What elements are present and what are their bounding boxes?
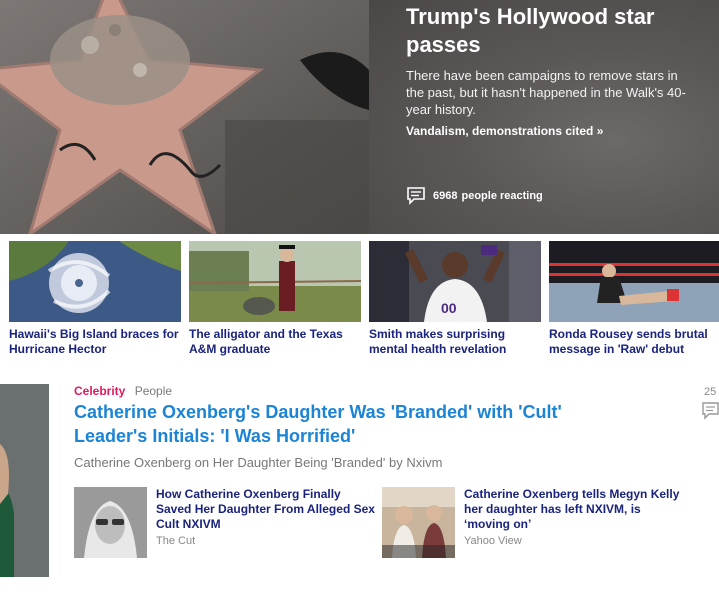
- source-tag[interactable]: People: [135, 384, 172, 398]
- thumbnail-caption[interactable]: The alligator and the Texas A&M graduate: [189, 327, 361, 357]
- thumbnail-item[interactable]: 00 Smith makes surprising mental health …: [369, 241, 541, 357]
- story-title[interactable]: Catherine Oxenberg's Daughter Was 'Brand…: [74, 400, 634, 448]
- wrestling-image[interactable]: [549, 241, 719, 322]
- thumbnail-item[interactable]: The alligator and the Texas A&M graduate: [189, 241, 361, 357]
- related-image[interactable]: [382, 487, 455, 558]
- story-left-image[interactable]: [0, 384, 49, 577]
- story-tags: Celebrity People: [74, 384, 704, 398]
- reaction-count: 6968: [433, 189, 458, 202]
- hero-summary: There have been campaigns to remove star…: [406, 68, 686, 117]
- hero-reactions[interactable]: 6968 people reacting: [406, 186, 543, 205]
- related-text: Catherine Oxenberg tells Megyn Kelly her…: [464, 487, 684, 558]
- thumbnail-strip: Hawaii's Big Island braces for Hurricane…: [0, 241, 719, 361]
- hurricane-image[interactable]: [9, 241, 181, 322]
- story-card: Celebrity People Catherine Oxenberg's Da…: [74, 384, 704, 558]
- comment-count[interactable]: 25: [704, 386, 716, 398]
- football-player-image[interactable]: 00: [369, 241, 541, 322]
- reaction-label: people reacting: [461, 189, 543, 202]
- thumbnail-item[interactable]: Ronda Rousey sends brutal message in 'Ra…: [549, 241, 719, 357]
- related-source: The Cut: [156, 535, 196, 547]
- svg-text:00: 00: [441, 300, 457, 316]
- hero-image[interactable]: [0, 0, 369, 234]
- comment-icon: [407, 187, 425, 205]
- hero-story[interactable]: Trump's Hollywood star passes There have…: [0, 0, 719, 234]
- thumbnail-caption[interactable]: Hawaii's Big Island braces for Hurricane…: [9, 327, 181, 357]
- related-title[interactable]: How Catherine Oxenberg Finally Saved Her…: [156, 487, 376, 532]
- graduate-image[interactable]: [189, 241, 361, 322]
- hero-related-link[interactable]: Vandalism, demonstrations cited »: [406, 124, 603, 138]
- thumbnail-item[interactable]: Hawaii's Big Island braces for Hurricane…: [9, 241, 181, 357]
- related-text: How Catherine Oxenberg Finally Saved Her…: [156, 487, 376, 558]
- hero-title[interactable]: Trump's Hollywood star passes: [406, 3, 706, 59]
- category-tag[interactable]: Celebrity: [74, 384, 125, 398]
- thumbnail-caption[interactable]: Smith makes surprising mental health rev…: [369, 327, 541, 357]
- story-subtitle: Catherine Oxenberg on Her Daughter Being…: [74, 455, 443, 470]
- hero-panel: Trump's Hollywood star passes There have…: [369, 0, 719, 234]
- related-title[interactable]: Catherine Oxenberg tells Megyn Kelly her…: [464, 487, 684, 532]
- related-image[interactable]: [74, 487, 147, 558]
- thumbnail-caption[interactable]: Ronda Rousey sends brutal message in 'Ra…: [549, 327, 719, 357]
- related-item[interactable]: How Catherine Oxenberg Finally Saved Her…: [74, 487, 376, 558]
- comment-icon[interactable]: [702, 402, 719, 420]
- related-source: Yahoo View: [464, 535, 522, 547]
- related-item[interactable]: Catherine Oxenberg tells Megyn Kelly her…: [382, 487, 684, 558]
